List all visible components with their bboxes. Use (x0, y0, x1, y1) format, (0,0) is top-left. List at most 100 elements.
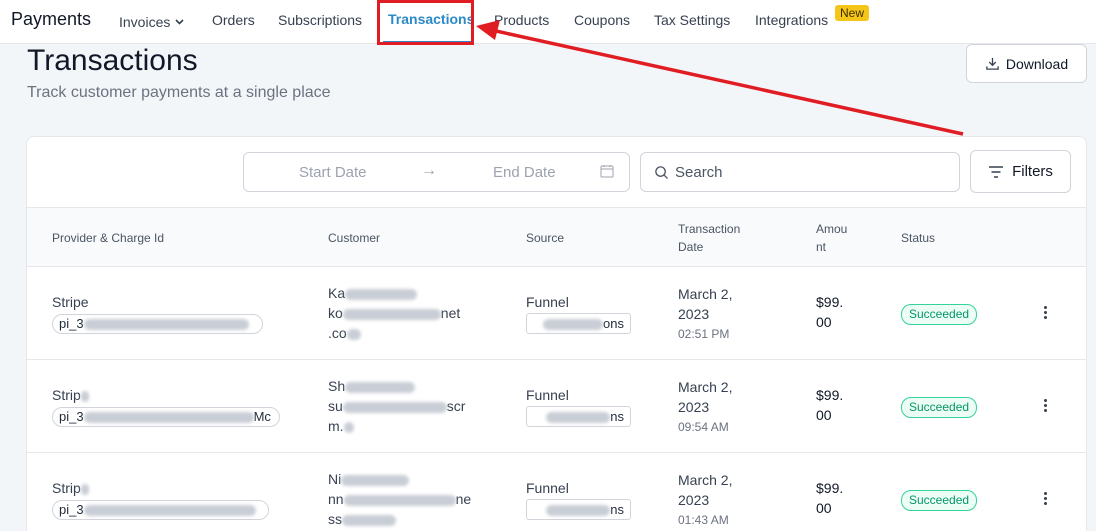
nav-invoices[interactable]: Invoices (119, 12, 184, 30)
amount: $99. 00 (816, 478, 843, 518)
header-amount: Amou nt (816, 220, 847, 256)
table-row[interactable]: Strip pi_3 Ni nn ne ss Funnel ns March 2,… (27, 453, 1086, 531)
table-row[interactable]: Strip pi_3 Mc Sh su scr m. Funnel ns March… (27, 360, 1086, 453)
header-provider: Provider & Charge Id (52, 231, 165, 245)
amount-line2: 00 (816, 407, 832, 423)
more-options-icon[interactable] (1040, 397, 1050, 417)
provider-name-text: Strip (52, 387, 81, 403)
nav-coupons[interactable]: Coupons (574, 12, 630, 28)
source-detail-box: ns (526, 406, 631, 427)
date-time: 09:54 AM (678, 420, 729, 434)
chevron-down-icon (175, 12, 184, 28)
source-detail-suffix: ns (610, 502, 624, 517)
customer-info: Ka ko net .co (328, 283, 460, 343)
amount: $99. 00 (816, 385, 843, 425)
nav-integrations[interactable]: Integrations (755, 12, 828, 28)
charge-id-badge: pi_3 (52, 314, 263, 334)
transaction-date: March 2, 2023 02:51 PM (678, 284, 732, 344)
top-nav: Payments Invoices Orders Subscriptions T… (0, 0, 1096, 44)
date-time: 01:43 AM (678, 513, 729, 527)
page-title: Transactions (27, 44, 198, 77)
end-date-input[interactable]: End Date (493, 164, 556, 181)
table-header: Provider & Charge Id Customer Source Tra… (27, 207, 1086, 267)
header-amount-line1: Amou (816, 222, 848, 236)
customer-email-prefix: su (328, 398, 343, 414)
source-name: Funnel (526, 294, 569, 310)
header-date-line1: Transaction (678, 222, 741, 236)
amount-line1: $99. (816, 387, 844, 403)
date-line2: 2023 (678, 399, 710, 415)
source-detail-box: ns (526, 499, 631, 520)
provider-name: Strip (52, 385, 89, 405)
header-date-line2: Date (678, 240, 704, 254)
source-detail-box: ons (526, 313, 631, 334)
charge-id-prefix: pi_3 (59, 502, 84, 517)
nav-invoices-label: Invoices (119, 14, 171, 30)
customer-info: Ni nn ne ss (328, 469, 471, 529)
customer-email-tail: ss (328, 511, 342, 527)
source-detail-suffix: ons (603, 316, 624, 331)
charge-id-prefix: pi_3 (59, 316, 84, 331)
source-name: Funnel (526, 480, 569, 496)
source-name: Funnel (526, 387, 569, 403)
customer-email-prefix: ko (328, 305, 343, 321)
source-detail-suffix: ns (610, 409, 624, 424)
header-date: Transaction Date (678, 220, 740, 256)
amount-line2: 00 (816, 500, 832, 516)
amount-line1: $99. (816, 294, 844, 310)
date-time: 02:51 PM (678, 327, 730, 341)
customer-email-suffix: ne (455, 491, 472, 507)
search-icon (655, 166, 669, 180)
amount-line2: 00 (816, 314, 832, 330)
header-source: Source (526, 231, 565, 245)
more-options-icon[interactable] (1040, 490, 1050, 510)
nav-products[interactable]: Products (494, 12, 549, 28)
date-line1: March 2, (678, 379, 733, 395)
customer-name-prefix: Ka (328, 285, 346, 301)
filters-button[interactable]: Filters (970, 150, 1071, 193)
transaction-date: March 2, 2023 01:43 AM (678, 470, 732, 530)
nav-orders[interactable]: Orders (212, 12, 255, 28)
download-label: Download (1005, 55, 1069, 72)
arrow-right-icon: → (421, 162, 437, 179)
status-badge: Succeeded (901, 397, 978, 418)
charge-id-suffix: Mc (253, 409, 271, 424)
customer-name-prefix: Ni (328, 471, 342, 487)
download-icon (986, 57, 999, 70)
date-line1: March 2, (678, 286, 733, 302)
transactions-card: Start Date → End Date Search Filters Pro… (26, 136, 1087, 531)
header-status: Status (901, 231, 936, 245)
brand-title: Payments (11, 9, 92, 29)
provider-name-text: Strip (52, 480, 81, 496)
status-badge: Succeeded (901, 304, 978, 325)
page-subtitle: Track customer payments at a single plac… (27, 84, 331, 101)
search-placeholder: Search (675, 164, 723, 181)
more-options-icon[interactable] (1040, 304, 1050, 324)
header-customer: Customer (328, 231, 381, 245)
amount-line1: $99. (816, 480, 844, 496)
start-date-input[interactable]: Start Date (299, 164, 367, 181)
header-amount-line2: nt (816, 240, 827, 254)
calendar-icon (600, 164, 614, 182)
date-line2: 2023 (678, 492, 710, 508)
search-input[interactable]: Search (640, 152, 960, 192)
nav-subscriptions[interactable]: Subscriptions (278, 12, 362, 28)
new-badge: New (835, 5, 870, 21)
customer-name-prefix: Sh (328, 378, 346, 394)
filter-icon (989, 165, 1004, 178)
customer-email-suffix: scr (446, 398, 466, 414)
nav-tax-settings[interactable]: Tax Settings (654, 12, 730, 28)
table-row[interactable]: Stripe pi_3 Ka ko net .co Funnel ons Marc… (27, 267, 1086, 360)
transaction-date: March 2, 2023 09:54 AM (678, 377, 732, 437)
provider-name: Strip (52, 478, 89, 498)
download-button[interactable]: Download (966, 44, 1087, 83)
customer-info: Sh su scr m. (328, 376, 465, 436)
customer-email-tail: m. (328, 418, 344, 434)
customer-email-prefix: nn (328, 491, 344, 507)
date-range-picker[interactable]: Start Date → End Date (243, 152, 630, 192)
customer-email-suffix: net (440, 305, 461, 321)
charge-id-badge: pi_3 Mc (52, 407, 280, 427)
annotation-highlight-box (377, 0, 474, 45)
provider-name: Stripe (52, 294, 89, 310)
status-badge: Succeeded (901, 490, 978, 511)
